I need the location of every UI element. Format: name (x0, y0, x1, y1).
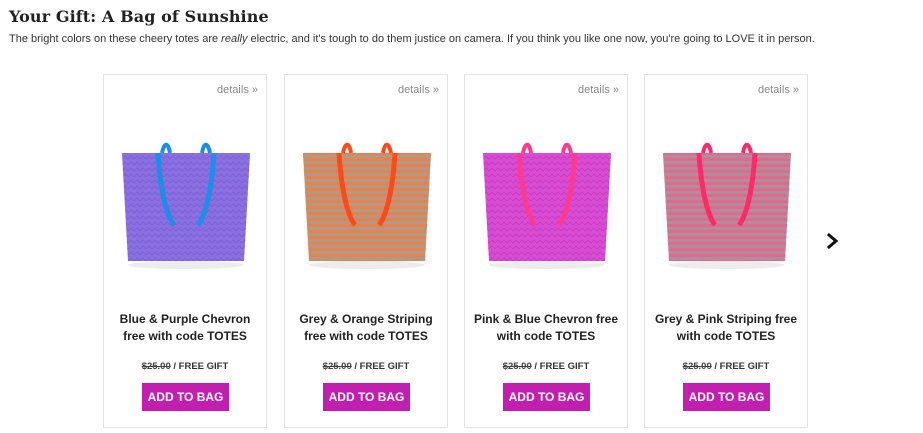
tote-bag-image[interactable] (297, 137, 437, 272)
product-name: Blue & Purple Chevron free with code TOT… (119, 312, 251, 343)
product-name: Pink & Blue Chevron free with code TOTES (473, 312, 619, 343)
tote-bag-image[interactable] (116, 137, 256, 272)
price-separator: / (170, 361, 179, 372)
old-price: $25.00 (682, 361, 712, 372)
product-card: details » Blue & Purple Chevron free wit… (103, 74, 267, 428)
free-gift-label: FREE GIFT (539, 361, 590, 372)
old-price: $25.00 (502, 361, 532, 372)
add-to-bag-button[interactable]: ADD TO BAG (323, 383, 410, 411)
product-price: $25.00 / FREE GIFT (104, 361, 266, 372)
tote-bag-image[interactable] (657, 137, 797, 272)
old-price: $25.00 (141, 361, 171, 372)
free-gift-label: FREE GIFT (178, 361, 229, 372)
product-card: details » Grey & Orange Striping free wi… (284, 74, 448, 428)
product-name: Grey & Orange Striping free with code TO… (299, 312, 433, 343)
free-gift-label: FREE GIFT (359, 361, 410, 372)
product-card: details » Pink & Blue Chevron free with … (464, 74, 628, 428)
free-gift-label: FREE GIFT (719, 361, 770, 372)
add-to-bag-button[interactable]: ADD TO BAG (683, 383, 770, 411)
tote-bag-image[interactable] (477, 137, 617, 272)
product-price: $25.00 / FREE GIFT (285, 361, 447, 372)
price-separator: / (531, 361, 540, 372)
details-link[interactable]: details » (217, 84, 258, 96)
intro-text-start: The bright colors on these cheery totes … (9, 33, 222, 45)
product-card: details » Grey & Pink Striping free with… (644, 74, 808, 428)
price-separator: / (711, 361, 720, 372)
product-name: Grey & Pink Striping free with code TOTE… (654, 312, 798, 343)
details-link[interactable]: details » (398, 84, 439, 96)
intro-text-emphasis: really (221, 33, 248, 45)
intro-text: The bright colors on these cheery totes … (9, 33, 914, 45)
chevron-right-icon[interactable] (824, 231, 842, 251)
add-to-bag-button[interactable]: ADD TO BAG (142, 383, 229, 411)
old-price: $25.00 (322, 361, 352, 372)
product-price: $25.00 / FREE GIFT (645, 361, 807, 372)
details-link[interactable]: details » (758, 84, 799, 96)
add-to-bag-button[interactable]: ADD TO BAG (503, 383, 590, 411)
price-separator: / (351, 361, 360, 372)
details-link[interactable]: details » (578, 84, 619, 96)
page-title: Your Gift: A Bag of Sunshine (9, 7, 269, 26)
intro-text-end: electric, and it's tough to do them just… (247, 33, 815, 45)
product-price: $25.00 / FREE GIFT (465, 361, 627, 372)
